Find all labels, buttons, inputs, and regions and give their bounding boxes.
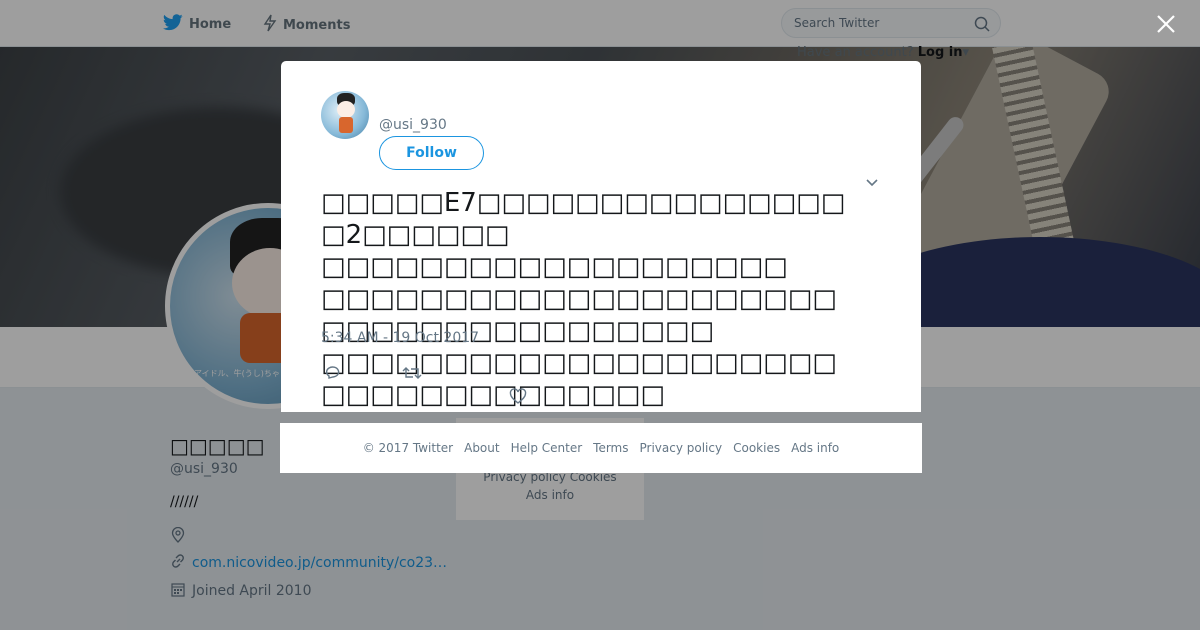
tweet-avatar[interactable]	[321, 91, 369, 139]
footer-cookies-link[interactable]: Cookies	[733, 441, 780, 455]
modal-footer: © 2017 Twitter About Help Center Terms P…	[280, 423, 922, 473]
footer-privacy-link[interactable]: Privacy policy	[640, 441, 723, 455]
retweet-icon[interactable]	[402, 364, 422, 386]
tweet-handle[interactable]: @usi_930	[379, 117, 447, 133]
tweet-modal: @usi_930 Follow □□□□□E7□□□□□□□□□□□□□□□□2…	[281, 61, 921, 412]
footer-copyright: © 2017 Twitter	[362, 441, 454, 455]
close-icon[interactable]	[1156, 14, 1176, 38]
footer-help-link[interactable]: Help Center	[511, 441, 583, 455]
footer-about-link[interactable]: About	[464, 441, 499, 455]
footer-ads-link[interactable]: Ads info	[791, 441, 839, 455]
tweet-timestamp[interactable]: 5:34 AM - 19 Oct 2017	[321, 330, 479, 346]
tweet-text: □□□□□E7□□□□□□□□□□□□□□□□2□□□□□□ □□□□□□□□□…	[321, 188, 846, 410]
chevron-down-icon[interactable]	[865, 173, 879, 192]
heart-icon[interactable]	[509, 388, 527, 410]
reply-icon[interactable]	[324, 364, 342, 386]
footer-terms-link[interactable]: Terms	[593, 441, 628, 455]
follow-button[interactable]: Follow	[379, 136, 484, 170]
